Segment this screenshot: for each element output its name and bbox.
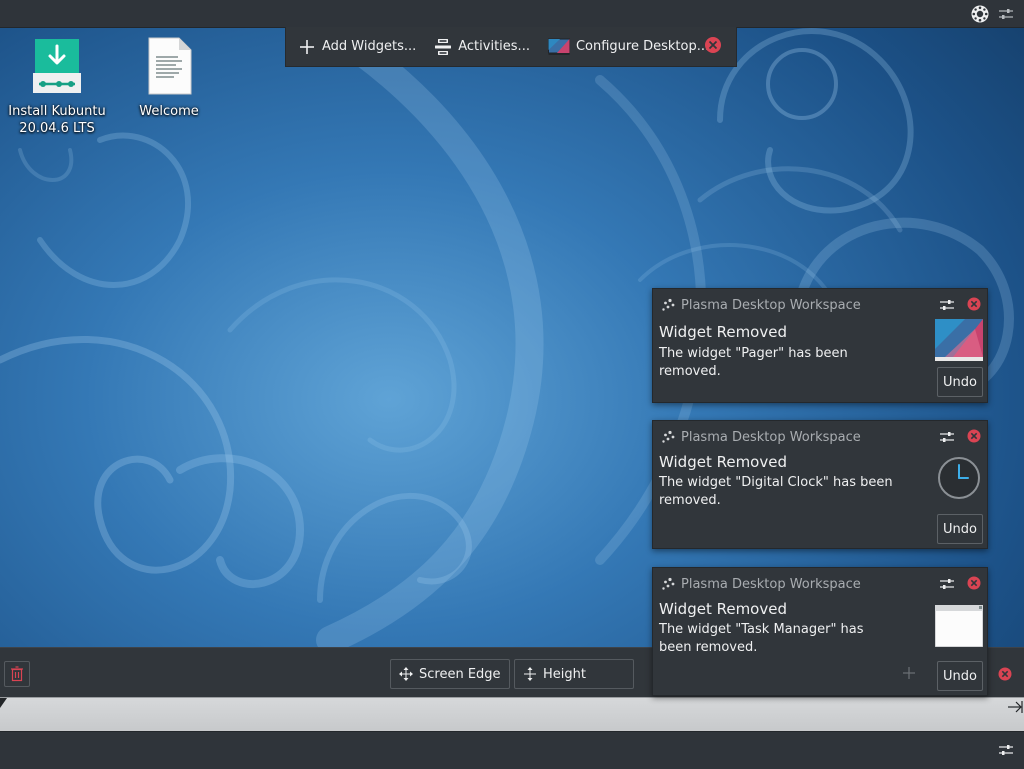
plasma-workspace-icon: [662, 430, 675, 443]
notification-clock-removed: Plasma Desktop Workspace Widget Removed …: [652, 420, 988, 549]
notification-header: Plasma Desktop Workspace: [661, 429, 861, 445]
height-label: Height: [543, 666, 586, 682]
activities-label: Activities...: [458, 39, 530, 54]
configure-desktop-label: Configure Desktop...: [575, 39, 710, 54]
notification-body: The widget "Pager" has been removed.: [659, 346, 848, 379]
close-toolbox-icon[interactable]: [704, 36, 722, 54]
height-button[interactable]: Height: [514, 659, 634, 689]
notification-body: The widget "Digital Clock" has been remo…: [659, 475, 893, 508]
resize-height-icon: [524, 667, 536, 681]
notification-title: Widget Removed: [659, 600, 787, 618]
screen-edge-button[interactable]: Screen Edge: [390, 659, 510, 689]
add-widgets-label: Add Widgets...: [322, 39, 417, 54]
desktop-icon-welcome-label: Welcome: [139, 104, 199, 119]
text-document-icon: [148, 37, 192, 95]
trash-icon: [11, 666, 23, 682]
notification-task-manager-removed: Plasma Desktop Workspace Widget Removed …: [652, 567, 988, 696]
desktop-preview-icon: [547, 38, 570, 55]
notification-close-icon[interactable]: [967, 576, 981, 590]
move-icon: [399, 667, 413, 681]
notification-close-icon[interactable]: [967, 429, 981, 443]
arrow-right-icon[interactable]: [1007, 700, 1023, 714]
panel-settings-icon[interactable]: [998, 6, 1014, 22]
plasma-workspace-icon: [662, 577, 675, 590]
panel-settings-icon[interactable]: [998, 742, 1014, 758]
notification-settings-icon[interactable]: [939, 429, 955, 445]
notification-header: Plasma Desktop Workspace: [661, 297, 861, 313]
activities-icon: [435, 38, 452, 55]
notification-pager-removed: Plasma Desktop Workspace Widget Removed …: [652, 288, 988, 403]
notification-app-name: Plasma Desktop Workspace: [681, 429, 861, 445]
task-manager-thumbnail-icon: [935, 605, 983, 647]
ruler-left-handle-icon[interactable]: [0, 698, 10, 710]
close-panel-toolbar-icon[interactable]: [998, 667, 1012, 681]
bottom-panel: [0, 731, 1024, 769]
plasma-workspace-icon: [662, 298, 675, 311]
notification-close-icon[interactable]: [967, 297, 981, 311]
desktop-icon-welcome[interactable]: Welcome: [114, 37, 224, 120]
activities-button[interactable]: Activities...: [434, 32, 530, 62]
installer-download-icon: [33, 39, 81, 93]
undo-button[interactable]: Undo: [937, 661, 983, 691]
notification-settings-icon[interactable]: [939, 576, 955, 592]
undo-button[interactable]: Undo: [937, 367, 983, 397]
desktop-icon-install[interactable]: Install Kubuntu 20.04.6 LTS: [2, 37, 112, 137]
desktop-toolbox: Add Widgets... Activities... Configure D…: [285, 27, 737, 67]
plasma-toolbox-icon[interactable]: [970, 4, 990, 24]
notification-body: The widget "Task Manager" has been remov…: [659, 622, 864, 655]
notification-settings-icon[interactable]: [939, 297, 955, 313]
remove-panel-button[interactable]: [4, 661, 30, 687]
notification-app-name: Plasma Desktop Workspace: [681, 576, 861, 592]
notification-title: Widget Removed: [659, 453, 787, 471]
add-widget-plus-icon[interactable]: [902, 666, 916, 680]
notification-title: Widget Removed: [659, 323, 787, 341]
panel-ruler[interactable]: [0, 697, 1024, 732]
undo-button[interactable]: Undo: [937, 514, 983, 544]
screen-edge-label: Screen Edge: [419, 666, 501, 682]
configure-desktop-button[interactable]: Configure Desktop...: [547, 32, 710, 62]
plus-icon: [300, 39, 314, 54]
clock-thumbnail-icon: [938, 457, 980, 499]
notification-header: Plasma Desktop Workspace: [661, 576, 861, 592]
desktop-icon-install-label: Install Kubuntu 20.04.6 LTS: [8, 104, 106, 136]
notification-app-name: Plasma Desktop Workspace: [681, 297, 861, 313]
add-widgets-button[interactable]: Add Widgets...: [298, 32, 416, 62]
pager-thumbnail-icon: [935, 319, 983, 361]
top-panel: [0, 0, 1024, 28]
